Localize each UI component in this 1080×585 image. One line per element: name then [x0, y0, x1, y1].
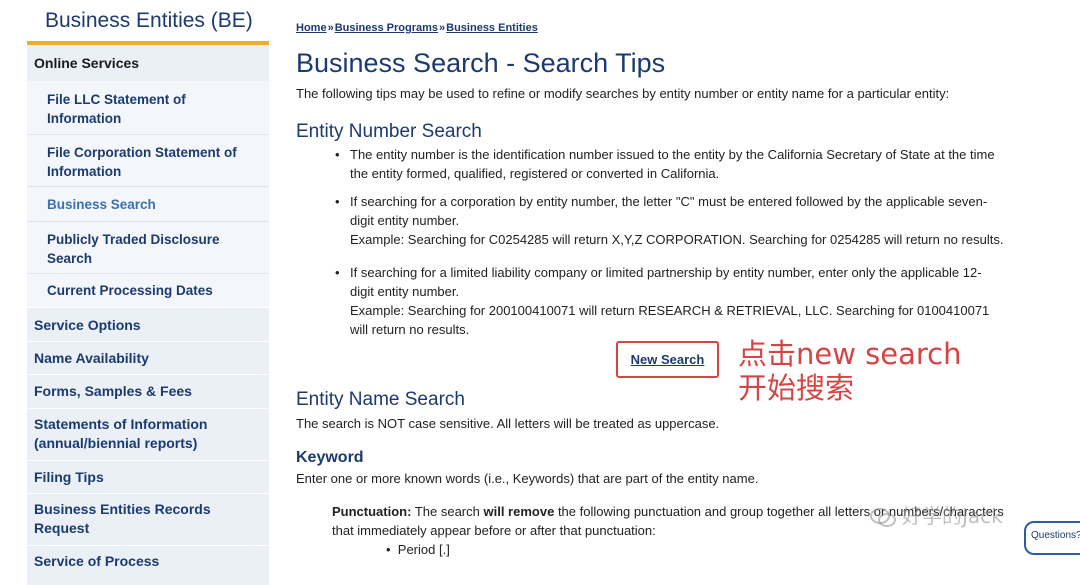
- entity-name-heading: Entity Name Search: [296, 389, 465, 410]
- keyword-text: Enter one or more known words (i.e., Key…: [296, 471, 759, 486]
- sidebar-title: Business Entities (BE): [27, 0, 269, 45]
- main-content: Home»Business Programs»Business Entities…: [296, 0, 1080, 563]
- breadcrumb: Home»Business Programs»Business Entities: [296, 22, 538, 34]
- entity-number-heading: Entity Number Search: [296, 121, 482, 142]
- wechat-icon: [870, 507, 896, 528]
- sidebar-section-online-services[interactable]: Online Services: [27, 45, 269, 81]
- punctuation-bold: will remove: [483, 504, 555, 519]
- sidebar-subitem-processing-dates[interactable]: Current Processing Dates: [27, 281, 269, 300]
- breadcrumb-business-entities-link[interactable]: Business Entities: [446, 22, 538, 34]
- tip-bullet-2: If searching for a corporation by entity…: [335, 192, 1050, 249]
- new-search-button[interactable]: New Search: [616, 341, 719, 378]
- sidebar-subitem-file-corp-soi[interactable]: File Corporation Statement of Information: [27, 143, 269, 181]
- sidebar-item-forms-samples-fees[interactable]: Forms, Samples & Fees: [27, 374, 269, 408]
- sidebar-subitem-publicly-traded-disclosure[interactable]: Publicly Traded Disclosure Search: [27, 230, 269, 268]
- watermark: 好学的Jack: [870, 500, 1003, 529]
- punctuation-text-line2: that immediately appear before or after …: [332, 523, 656, 538]
- annotation-text: 点击new search 开始搜索: [738, 337, 962, 405]
- sidebar-item-service-options[interactable]: Service Options: [27, 307, 269, 341]
- breadcrumb-separator: »: [439, 22, 446, 34]
- online-services-submenu: File LLC Statement of Information File Co…: [27, 81, 269, 307]
- sidebar-item-service-of-process[interactable]: Service of Process: [27, 545, 269, 585]
- tip-bullet-1: The entity number is the identification …: [335, 145, 1050, 183]
- sidebar-subitem-file-llc-soi[interactable]: File LLC Statement of Information: [27, 90, 269, 128]
- period-list-item: • Period [.]: [386, 542, 450, 557]
- punctuation-label: Punctuation:: [332, 504, 412, 519]
- entity-name-text: The search is NOT case sensitive. All le…: [296, 416, 720, 431]
- sidebar-item-records-request[interactable]: Business Entities Records Request: [27, 493, 269, 545]
- sidebar-item-name-availability[interactable]: Name Availability: [27, 341, 269, 374]
- sidebar-item-filing-tips[interactable]: Filing Tips: [27, 460, 269, 493]
- page-title: Business Search - Search Tips: [296, 48, 666, 78]
- intro-text: The following tips may be used to refine…: [296, 86, 950, 101]
- breadcrumb-business-programs-link[interactable]: Business Programs: [335, 22, 438, 34]
- sidebar-subitem-business-search[interactable]: Business Search: [27, 195, 269, 214]
- sidebar-item-statements-of-information[interactable]: Statements of Information (annual/biennia…: [27, 408, 269, 460]
- tip-bullet-3: If searching for a limited liability com…: [335, 263, 1050, 339]
- breadcrumb-home-link[interactable]: Home: [296, 22, 327, 34]
- bullet-dot: •: [386, 542, 398, 557]
- breadcrumb-separator: »: [327, 22, 334, 34]
- keyword-heading: Keyword: [296, 449, 364, 466]
- questions-tab[interactable]: Questions?: [1024, 521, 1080, 555]
- sidebar-nav: Business Entities (BE) Online Services F…: [27, 0, 269, 585]
